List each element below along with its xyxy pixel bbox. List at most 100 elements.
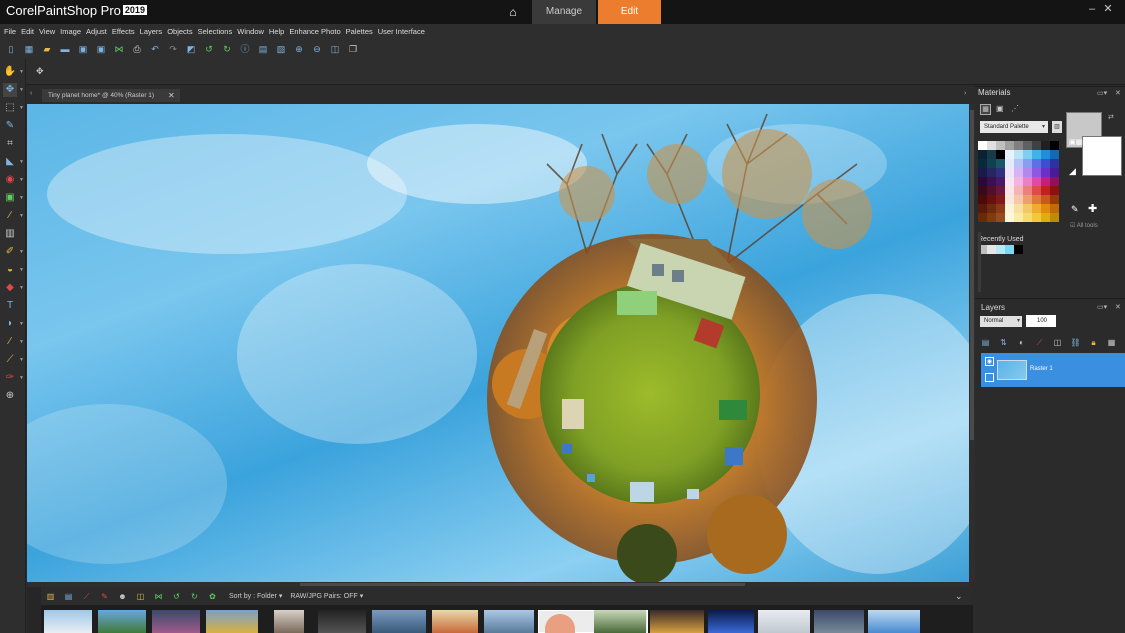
pen-tool-icon[interactable]: ⁄ xyxy=(3,335,17,349)
selection-tool-icon[interactable]: ⬚ xyxy=(3,101,17,115)
delete-layer-icon[interactable]: ▦ xyxy=(1106,337,1117,348)
add-swatch-icon[interactable]: ✚ xyxy=(1088,202,1097,215)
pan-option-icon[interactable]: ✥ xyxy=(36,66,44,77)
smudge-tool-icon[interactable]: ◒ xyxy=(3,263,17,277)
menu-adjust[interactable]: Adjust xyxy=(86,27,107,36)
grid-icon[interactable]: ▦ xyxy=(23,43,35,55)
straighten-tool-icon[interactable]: ◣ xyxy=(3,155,17,169)
palette-select[interactable]: Standard Palette ▾ xyxy=(980,121,1048,133)
paint-brush-icon[interactable]: ∕ xyxy=(3,209,17,223)
chevron-down-icon[interactable]: ▼ xyxy=(19,357,24,363)
eye-icon[interactable]: ◉ xyxy=(985,357,994,366)
chevron-down-icon[interactable]: ▼ xyxy=(19,321,24,327)
chevron-down-icon[interactable]: ▼ xyxy=(19,249,24,255)
rotate-left-icon[interactable]: ↺ xyxy=(171,591,182,602)
chevron-down-icon[interactable]: ▼ xyxy=(19,375,24,381)
close-document-icon[interactable]: ✕ xyxy=(168,89,178,102)
organizer-thumbnail[interactable] xyxy=(650,610,704,633)
fullscreen-icon[interactable]: ▧ xyxy=(275,43,287,55)
layer-lock-icon[interactable] xyxy=(985,373,994,382)
menu-help[interactable]: Help xyxy=(269,27,284,36)
organizer-thumbnail[interactable] xyxy=(98,610,146,633)
resize-icon[interactable]: ◩ xyxy=(185,43,197,55)
link-layer-icon[interactable]: ⛓ xyxy=(1070,337,1081,348)
brush-icon[interactable]: ⟋ xyxy=(81,591,92,602)
menu-user-interface[interactable]: User Interface xyxy=(378,27,425,36)
new-layer-icon[interactable]: ▤ xyxy=(980,337,991,348)
menu-window[interactable]: Window xyxy=(237,27,264,36)
lighten-brush-icon[interactable]: ✐ xyxy=(3,245,17,259)
rotate-right-icon[interactable]: ↻ xyxy=(189,591,200,602)
foreground-texture-icon[interactable]: ▣▦▩ xyxy=(1069,138,1089,146)
rainbow-tab-icon[interactable]: ▦ xyxy=(980,104,991,115)
gradient-tool-icon[interactable]: ▥ xyxy=(3,227,17,241)
menu-effects[interactable]: Effects xyxy=(112,27,135,36)
home-button[interactable]: ⌂ xyxy=(501,0,525,24)
dropper-tool-icon[interactable]: ✎ xyxy=(3,119,17,133)
person-icon[interactable]: ☻ xyxy=(117,591,128,602)
shape-tool-icon[interactable]: ◗ xyxy=(3,317,17,331)
duplicate-layer-icon[interactable]: ◫ xyxy=(1052,337,1063,348)
rotate-left-icon[interactable]: ↺ xyxy=(203,43,215,55)
materials-scrollbar[interactable] xyxy=(978,232,981,292)
chevron-down-icon[interactable]: ▼ xyxy=(19,267,24,273)
chevron-down-icon[interactable]: ▼ xyxy=(19,105,24,111)
zoom-out-icon[interactable]: ⊖ xyxy=(311,43,323,55)
recent-colors[interactable] xyxy=(978,245,1024,254)
organizer-thumbnail[interactable] xyxy=(814,610,864,633)
move-tool-icon[interactable]: ✥ xyxy=(3,83,17,97)
panel-menu-icon[interactable]: ▭▾ xyxy=(1097,303,1107,311)
info-icon[interactable]: ⓘ xyxy=(239,43,251,55)
menu-file[interactable]: File xyxy=(4,27,16,36)
organizer-thumbnail[interactable] xyxy=(274,610,304,633)
tab-scroll-right-icon[interactable]: › xyxy=(964,90,966,97)
chevron-down-icon[interactable]: ⌄ xyxy=(955,591,963,602)
scanner-icon[interactable]: ▬ xyxy=(59,43,71,55)
blend-mode-select[interactable]: Normal ▾ xyxy=(980,316,1022,327)
chevron-down-icon[interactable]: ▼ xyxy=(19,159,24,165)
color-swatch-grid[interactable] xyxy=(978,141,1060,223)
horizontal-scroll-thumb[interactable] xyxy=(300,583,745,586)
rotate-right-icon[interactable]: ↻ xyxy=(221,43,233,55)
save-as-icon[interactable]: ▣ xyxy=(95,43,107,55)
chevron-down-icon[interactable]: ▼ xyxy=(19,285,24,291)
chevron-down-icon[interactable]: ▼ xyxy=(19,177,24,183)
fit-window-icon[interactable]: ▤ xyxy=(257,43,269,55)
print-icon[interactable]: ⎙ xyxy=(131,43,143,55)
image-canvas[interactable] xyxy=(27,104,969,582)
background-texture-icon[interactable]: ▣▦▩ xyxy=(1085,166,1105,174)
organizer-thumbnail[interactable] xyxy=(372,610,426,633)
organizer-thumbnail[interactable] xyxy=(206,610,258,633)
menu-objects[interactable]: Objects xyxy=(167,27,192,36)
eraser-tool-icon[interactable]: ◆ xyxy=(3,281,17,295)
sort-by-control[interactable]: Sort by : Folder ▾ xyxy=(229,592,282,600)
organizer-thumbnail[interactable] xyxy=(758,610,810,633)
batch-icon[interactable]: ◫ xyxy=(135,591,146,602)
clone-tool-icon[interactable]: ▣ xyxy=(3,191,17,205)
share-icon[interactable]: ⋈ xyxy=(113,43,125,55)
add-tool-icon[interactable]: ⊕ xyxy=(3,389,17,403)
panel-menu-icon[interactable]: ▭▾ xyxy=(1097,89,1107,97)
organizer-thumbnail[interactable] xyxy=(484,610,534,633)
new-vector-layer-icon[interactable]: ⇅ xyxy=(998,337,1009,348)
warp-brush-icon[interactable]: ✑ xyxy=(3,371,17,385)
lock-layer-icon[interactable]: 🔒︎ xyxy=(1088,337,1099,348)
tab-edit[interactable]: Edit xyxy=(598,0,661,24)
organizer-thumbnail[interactable] xyxy=(152,610,200,633)
menu-enhance-photo[interactable]: Enhance Photo xyxy=(289,27,340,36)
actual-size-icon[interactable]: ◫ xyxy=(329,43,341,55)
close-panel-icon[interactable]: ✕ xyxy=(1115,89,1121,97)
transparent-icon[interactable]: ◢ xyxy=(1069,166,1076,177)
vertical-scroll-thumb[interactable] xyxy=(970,110,974,440)
organizer-thumbnail[interactable] xyxy=(318,610,366,633)
new-mask-icon[interactable]: ◐ xyxy=(1016,337,1027,348)
text-tool-icon[interactable]: T xyxy=(3,299,17,313)
organizer-thumbnail[interactable] xyxy=(594,610,646,633)
document-tab[interactable]: Tiny planet home* @ 40% (Raster 1) xyxy=(42,89,180,102)
organizer-thumbnail[interactable] xyxy=(44,610,92,633)
opacity-field[interactable]: 100 xyxy=(1026,315,1056,327)
chevron-down-icon[interactable]: ▼ xyxy=(19,339,24,345)
organizer-menu-icon[interactable]: ▥ xyxy=(45,591,56,602)
redo-icon[interactable]: ↷ xyxy=(167,43,179,55)
save-icon[interactable]: ▣ xyxy=(77,43,89,55)
